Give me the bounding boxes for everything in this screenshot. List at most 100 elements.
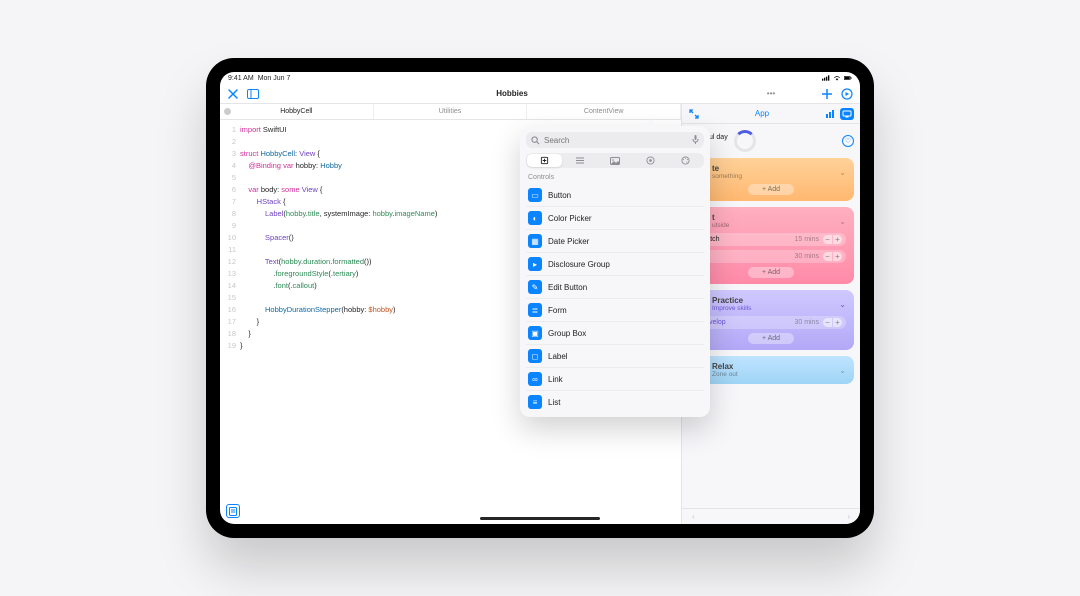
run-button[interactable] <box>840 87 854 101</box>
nav-back-icon[interactable]: ‹ <box>692 512 695 521</box>
library-item[interactable]: ▦ Date Picker <box>526 229 704 252</box>
hobby-card[interactable]: 🎓PracticeImprove skills⌄Develop30 mins−+… <box>688 290 854 350</box>
library-item-icon: ∞ <box>528 372 542 386</box>
task-row: 30 mins −+ <box>696 250 846 263</box>
seg-modifiers-icon[interactable] <box>562 154 597 167</box>
preview-chart-icon[interactable] <box>824 108 836 120</box>
search-icon <box>531 136 540 145</box>
seg-media-icon[interactable] <box>597 154 632 167</box>
library-item-icon: ▣ <box>528 326 542 340</box>
card-subtitle: Zone out <box>712 371 738 378</box>
library-item-label: Form <box>548 306 567 315</box>
library-item-icon: ≡ <box>528 395 542 409</box>
library-item-label: Link <box>548 375 563 384</box>
preview-title: App <box>755 109 769 118</box>
expand-preview-icon[interactable] <box>688 108 700 120</box>
task-duration: 30 mins <box>794 253 819 260</box>
chevron-down-icon[interactable]: ⌄ <box>839 366 846 375</box>
library-item[interactable]: ▣ Group Box <box>526 321 704 344</box>
library-item[interactable]: ✎ Edit Button <box>526 275 704 298</box>
library-item-label: Group Box <box>548 329 586 338</box>
sidebar-toggle-icon[interactable] <box>246 87 260 101</box>
library-item[interactable]: ≡ List <box>526 390 704 413</box>
library-item-icon: ✎ <box>528 280 542 294</box>
progress-ring <box>734 130 756 152</box>
task-row: Watch15 mins−+ <box>696 233 846 246</box>
add-task-button[interactable]: + Add <box>748 184 794 195</box>
close-button[interactable] <box>226 87 240 101</box>
library-item-label: Date Picker <box>548 237 589 246</box>
library-item[interactable]: ◻ Label <box>526 344 704 367</box>
tab-utilities[interactable]: Utilities <box>374 104 528 119</box>
library-item[interactable]: ▸ Disclosure Group <box>526 252 704 275</box>
ipad-frame: 9:41 AM Mon Jun 7 Hobbies ••• HobbyCell … <box>206 58 874 538</box>
status-date: Mon Jun 7 <box>258 75 291 82</box>
task-duration: 30 mins <box>794 319 819 326</box>
library-item[interactable]: ∞ Link <box>526 367 704 390</box>
home-indicator[interactable] <box>480 517 600 520</box>
card-title: t <box>712 213 729 222</box>
tab-contentview[interactable]: ContentView <box>527 104 681 119</box>
library-item-label: Label <box>548 352 568 361</box>
dictation-icon[interactable] <box>692 135 699 145</box>
task-duration: 15 mins <box>794 236 819 243</box>
card-subtitle: Improve skills <box>712 305 751 312</box>
preview-toolbar: App <box>682 104 860 124</box>
library-item-icon: ▸ <box>528 257 542 271</box>
library-item[interactable]: ▭ Button <box>526 184 704 206</box>
hobby-card[interactable]: ⚘tutside⌄Watch15 mins−+30 mins−++ Add <box>688 207 854 284</box>
card-subtitle: utside <box>712 222 729 229</box>
card-subtitle: something <box>712 173 742 180</box>
library-section-header: Controls <box>526 174 704 181</box>
cellular-icon <box>822 75 830 81</box>
library-search[interactable] <box>526 132 704 148</box>
library-item-icon: ▭ <box>528 188 542 202</box>
duration-stepper[interactable]: −+ <box>823 318 842 327</box>
library-search-input[interactable] <box>544 136 688 145</box>
card-title: Relax <box>712 362 738 371</box>
status-bar: 9:41 AM Mon Jun 7 <box>220 72 860 84</box>
favorite-button[interactable]: ♡ <box>842 135 854 147</box>
seg-color-icon[interactable] <box>668 154 703 167</box>
wifi-icon <box>833 75 841 81</box>
chevron-down-icon[interactable]: ⌄ <box>839 300 846 309</box>
app-toolbar: Hobbies ••• <box>220 84 860 104</box>
duration-stepper[interactable]: −+ <box>823 252 842 261</box>
library-item[interactable]: ≣Form <box>526 298 704 321</box>
library-item-label: List <box>548 398 560 407</box>
seg-symbols-icon[interactable] <box>633 154 668 167</box>
nav-forward-icon[interactable]: › <box>847 512 850 521</box>
card-title: te <box>712 164 742 173</box>
documentation-button[interactable] <box>226 504 240 518</box>
hobby-card[interactable]: ▭RelaxZone out⌄ <box>688 356 854 384</box>
add-task-button[interactable]: + Add <box>748 267 794 278</box>
duration-stepper[interactable]: −+ <box>823 235 842 244</box>
editor-tabs: HobbyCell Utilities ContentView <box>220 104 681 120</box>
library-item-icon: ▦ <box>528 234 542 248</box>
preview-device-icon[interactable] <box>840 108 854 120</box>
screen: 9:41 AM Mon Jun 7 Hobbies ••• HobbyCell … <box>220 72 860 524</box>
chevron-down-icon[interactable]: ⌄ <box>839 217 846 226</box>
preview-nav: ‹ › <box>682 508 860 524</box>
library-item-label: Color Picker <box>548 214 592 223</box>
library-item-icon: ◻ <box>528 349 542 363</box>
battery-icon <box>844 75 852 81</box>
library-item-label: Edit Button <box>548 283 587 292</box>
library-item-icon: ◐ <box>528 211 542 225</box>
task-row: Develop30 mins−+ <box>696 316 846 329</box>
library-item[interactable]: ◐ Color Picker <box>526 206 704 229</box>
preview-hero: beautiful dayins total♡ <box>688 130 854 152</box>
document-title: Hobbies <box>496 89 528 98</box>
library-category-segment[interactable] <box>526 153 704 168</box>
library-item-label: Disclosure Group <box>548 260 610 269</box>
add-task-button[interactable]: + Add <box>748 333 794 344</box>
add-library-button[interactable] <box>820 87 834 101</box>
seg-views-icon[interactable] <box>527 154 562 167</box>
library-item-label: Button <box>548 191 571 200</box>
hobby-card[interactable]: ✎tesomething⌄+ Add <box>688 158 854 201</box>
tab-hobbycell[interactable]: HobbyCell <box>220 104 374 119</box>
library-popover: Controls ▭ Button ◐ Color Picker ▦ Date Picke… <box>520 126 710 417</box>
chevron-down-icon[interactable]: ⌄ <box>839 168 846 177</box>
status-time: 9:41 AM <box>228 75 254 82</box>
more-menu-icon[interactable]: ••• <box>764 87 778 101</box>
